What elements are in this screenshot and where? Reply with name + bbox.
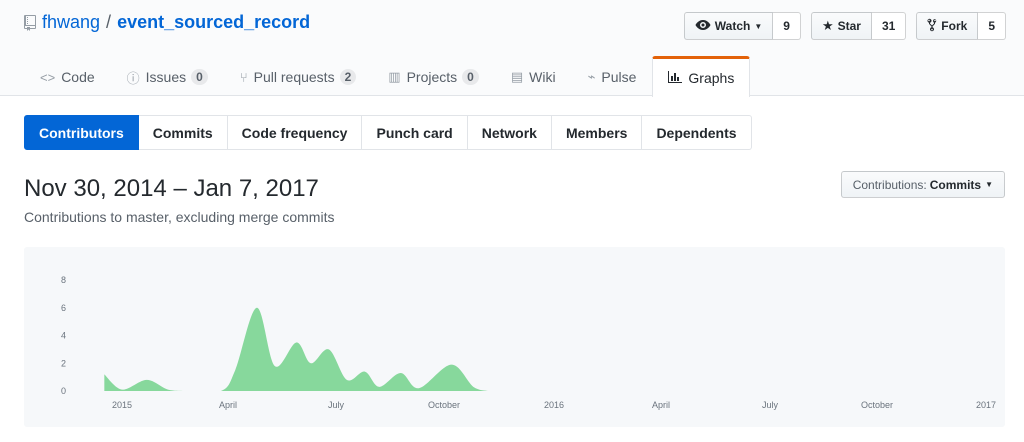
tab-wiki[interactable]: ▤ Wiki (495, 56, 572, 97)
y-tick-label: 4 (61, 331, 66, 341)
fork-label: Fork (941, 19, 968, 33)
x-tick-label: July (762, 400, 779, 410)
star-count[interactable]: 31 (871, 12, 907, 40)
x-tick-label: 2015 (112, 400, 132, 410)
eye-icon (695, 19, 711, 34)
x-tick-label: April (652, 400, 670, 410)
issues-counter: 0 (191, 69, 208, 85)
pull-requests-counter: 2 (339, 69, 357, 85)
x-tick-label: 2016 (544, 400, 564, 410)
x-tick-label: April (219, 400, 237, 410)
star-icon: ★ (821, 18, 834, 33)
book-icon: ▤ (510, 69, 524, 84)
watch-count[interactable]: 9 (773, 12, 801, 40)
pull-request-icon: ⑂ (239, 69, 248, 85)
x-tick-label: October (428, 400, 460, 410)
x-tick-label: July (328, 400, 345, 410)
repo-path-separator: / (106, 12, 112, 32)
y-tick-label: 6 (61, 303, 66, 313)
tab-pulse[interactable]: ⌁ Pulse (572, 56, 653, 97)
fork-group: Fork 5 (916, 12, 1006, 40)
watch-group: Watch ▼ 9 (683, 12, 801, 40)
tab-issues-label: Issues (145, 69, 187, 85)
repo-actions: Watch ▼ 9 ★ Star 31 Fork 5 (674, 12, 1006, 40)
tab-code-label: Code (61, 69, 95, 85)
tab-pulse-label: Pulse (601, 69, 637, 85)
watch-label: Watch (714, 19, 751, 33)
subnav-network[interactable]: Network (467, 115, 552, 150)
tab-wiki-label: Wiki (529, 69, 556, 85)
chevron-down-icon: ▼ (754, 21, 763, 31)
project-icon: ▥ (388, 69, 401, 84)
repo-title: fhwang / event_sourced_record (24, 12, 310, 33)
tab-projects[interactable]: ▥ Projects 0 (372, 56, 495, 97)
commits-area-series (104, 307, 488, 391)
subnav-members[interactable]: Members (551, 115, 643, 150)
date-range-title: Nov 30, 2014 – Jan 7, 2017 (24, 175, 319, 202)
subnav-punch-card[interactable]: Punch card (362, 115, 468, 150)
fork-icon (927, 18, 937, 35)
star-group: ★ Star 31 (810, 12, 907, 40)
tab-projects-label: Projects (406, 69, 458, 85)
contributions-select-value: Commits (929, 177, 982, 192)
contributions-chart-svg: 0 2 4 6 8 2015 April July October 2016 April July Oc… (61, 275, 996, 410)
star-button[interactable]: ★ Star (810, 12, 872, 40)
tab-code[interactable]: <> Code (24, 56, 111, 97)
contributions-type-select[interactable]: Contributions: Commits ▼ (840, 171, 1005, 198)
graph-icon (668, 70, 683, 86)
star-label: Star (837, 19, 861, 33)
chevron-down-icon: ▼ (985, 180, 993, 189)
subnav-commits[interactable]: Commits (138, 115, 228, 150)
graph-subtitle: Contributions to master, excluding merge… (24, 209, 335, 225)
repo-owner-link[interactable]: fhwang (42, 12, 100, 33)
y-tick-label: 8 (61, 275, 66, 285)
y-tick-label: 0 (61, 386, 66, 396)
contributions-select-prefix: Contributions: (852, 177, 927, 192)
repo-name-link[interactable]: event_sourced_record (117, 12, 310, 33)
subnav-dependents[interactable]: Dependents (642, 115, 752, 150)
contributions-graph: 0 2 4 6 8 2015 April July October 2016 April July Oc… (24, 247, 1005, 427)
tab-issues[interactable]: ⓘ Issues 0 (111, 56, 224, 97)
pulse-icon: ⌁ (587, 69, 596, 84)
tab-graphs-label: Graphs (688, 70, 735, 86)
y-tick-label: 2 (61, 358, 66, 368)
repo-icon (24, 14, 36, 31)
watch-button[interactable]: Watch ▼ (683, 12, 774, 40)
subnav-contributors[interactable]: Contributors (24, 115, 139, 150)
subnav-code-frequency[interactable]: Code frequency (227, 115, 363, 150)
graphs-subnav: Contributors Commits Code frequency Punc… (24, 115, 752, 150)
fork-count[interactable]: 5 (978, 12, 1006, 40)
x-tick-label: 2017 (976, 400, 996, 410)
issue-icon: ⓘ (126, 70, 140, 86)
tab-pull-requests[interactable]: ⑂ Pull requests 2 (224, 56, 372, 97)
code-icon: <> (40, 69, 56, 85)
x-tick-label: October (861, 400, 893, 410)
repo-nav: <> Code ⓘ Issues 0 ⑂ Pull requests 2 ▥ P… (24, 56, 751, 97)
tab-graphs[interactable]: Graphs (652, 56, 751, 97)
tab-pull-requests-label: Pull requests (253, 69, 335, 85)
repo-header: fhwang / event_sourced_record Watch ▼ 9 … (0, 0, 1024, 97)
fork-button[interactable]: Fork (916, 12, 979, 40)
projects-counter: 0 (462, 69, 479, 85)
